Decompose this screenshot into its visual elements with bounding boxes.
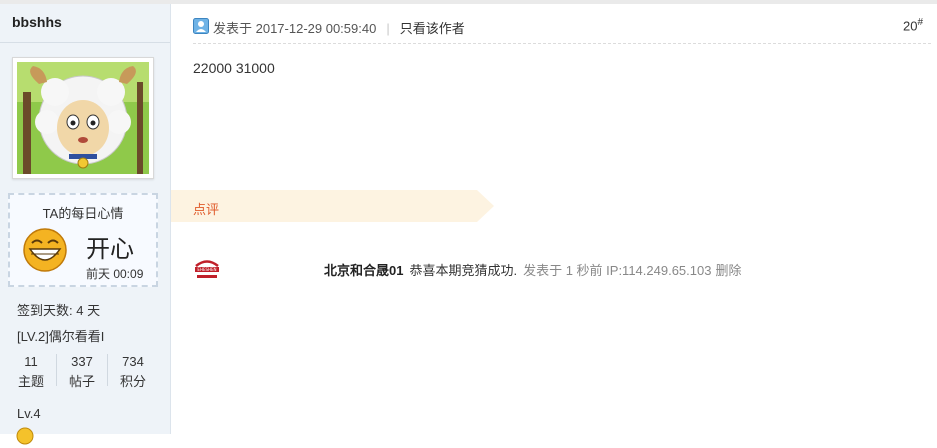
post-time: 发表于 2017-12-29 00:59:40 <box>213 21 377 36</box>
commenter-avatar[interactable]: EHESHEN <box>193 257 221 281</box>
logo-text: EHESHEN <box>197 267 216 272</box>
delete-comment-link[interactable]: 删除 <box>715 263 741 278</box>
post-meta: 发表于 2017-12-29 00:59:40 | 只看该作者 <box>213 18 465 37</box>
daily-mood-box: TA的每日心情 开心 前天 00:09 <box>8 193 158 287</box>
comment-text: 北京和合晟01 恭喜本期竞猜成功. 发表于 1 秒前 IP:114.249.65.1… <box>324 260 741 279</box>
stat-label: 主题 <box>17 374 44 389</box>
comment-meta: 发表于 1 秒前 IP:114.249.65.103 <box>523 263 712 278</box>
stat-threads[interactable]: 11 主题 <box>6 350 56 390</box>
laughing-face-icon <box>22 227 68 273</box>
stat-credits[interactable]: 734 积分 <box>108 350 158 390</box>
author-level: Lv.4 <box>17 406 41 421</box>
comment-section-header: 点评 <box>171 190 494 222</box>
stat-label: 帖子 <box>68 374 95 389</box>
stat-label: 积分 <box>119 374 146 389</box>
floor-mark: # <box>917 17 923 28</box>
author-avatar-frame[interactable] <box>12 57 154 179</box>
commenter-name[interactable]: 北京和合晟01 <box>324 263 403 278</box>
stat-value: 11 <box>24 354 38 369</box>
sidebar-divider <box>0 42 170 43</box>
avatar[interactable] <box>17 62 149 174</box>
post-content: 22000 31000 <box>193 60 275 76</box>
only-author-link[interactable]: 只看该作者 <box>400 21 465 36</box>
level-medal-icon <box>16 427 34 445</box>
author-stats: 11 主题 337 帖子 734 积分 <box>6 350 158 390</box>
mood-state: 开心 <box>86 236 134 263</box>
floor-value: 20 <box>902 18 918 34</box>
mood-time: 前天 00:09 <box>86 267 144 281</box>
meta-separator: | <box>386 21 390 36</box>
comment-label: 点评 <box>193 202 220 217</box>
comment-body: 恭喜本期竞猜成功. <box>409 263 518 278</box>
author-sidebar: bbshhs TA的每日心情 开心 前天 00:09 签到天数: 4 天 [LV… <box>0 4 171 445</box>
stat-value: 337 <box>71 354 93 369</box>
user-group-level[interactable]: [LV.2]偶尔看看I <box>17 326 104 345</box>
user-online-icon <box>193 18 209 34</box>
comment-item: EHESHEN 北京和合晟01 恭喜本期竞猜成功. 发表于 1 秒前 IP:114.… <box>193 255 893 283</box>
post-header: 发表于 2017-12-29 00:59:40 | 只看该作者 20# <box>171 4 937 44</box>
signin-days: 签到天数: 4 天 <box>17 303 101 318</box>
stat-value: 734 <box>122 354 144 369</box>
mood-title: TA的每日心情 <box>42 206 124 221</box>
author-username[interactable]: bbshhs <box>12 14 62 30</box>
stat-posts[interactable]: 337 帖子 <box>57 350 107 390</box>
header-divider <box>193 43 931 44</box>
floor-number[interactable]: 20# <box>903 17 923 33</box>
